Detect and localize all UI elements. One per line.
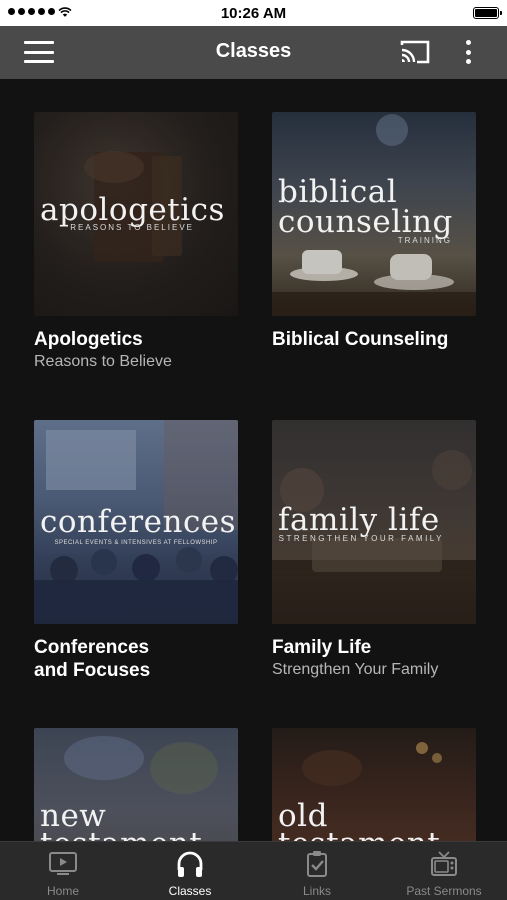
retro-tv-icon — [431, 851, 457, 876]
tab-links[interactable]: Links — [254, 842, 380, 900]
tab-home[interactable]: Home — [0, 842, 126, 900]
app-bar: Classes — [0, 26, 507, 79]
hamburger-menu-icon[interactable] — [24, 41, 54, 63]
class-card-old-testament[interactable]: old testament — [272, 728, 476, 841]
class-thumbnail[interactable]: conferences SPECIAL EVENTS & INTENSIVES … — [34, 420, 238, 624]
class-thumbnail[interactable]: old testament — [272, 728, 476, 841]
class-card-family-life[interactable]: family life STRENGTHEN YOUR FAMILY Famil… — [272, 420, 476, 680]
art-title: family life — [278, 502, 440, 538]
tv-play-icon — [49, 852, 77, 875]
art-title-line2: testament — [40, 828, 234, 841]
class-card-conferences[interactable]: conferences SPECIAL EVENTS & INTENSIVES … — [34, 420, 238, 682]
art-tagline: TRAINING — [397, 236, 452, 245]
more-vertical-icon[interactable] — [458, 38, 478, 66]
art-title: conferences — [40, 504, 237, 540]
tab-label: Classes — [168, 884, 212, 898]
art-tagline: SPECIAL EVENTS & INTENSIVES AT FELLOWSHI… — [54, 540, 218, 546]
battery-icon — [473, 7, 502, 19]
class-title: Biblical Counseling — [272, 329, 449, 350]
tab-past-sermons[interactable]: Past Sermons — [381, 842, 507, 900]
class-thumbnail[interactable]: biblical counseling TRAINING — [272, 112, 476, 316]
class-title-line2: and Focuses — [34, 660, 151, 681]
class-card-apologetics[interactable]: apologetics REASONS TO BELIEVE Apologeti… — [34, 112, 238, 372]
headphones-icon — [177, 851, 203, 877]
class-title-line1: Conferences — [34, 637, 150, 658]
class-thumbnail[interactable]: new testament — [34, 728, 238, 841]
art-title-line2: counseling — [278, 204, 453, 240]
status-time: 10:26 AM — [220, 5, 287, 22]
art-title-line2: testament — [278, 828, 472, 841]
status-bar: 10:26 AM — [0, 0, 507, 26]
cast-icon[interactable] — [398, 38, 432, 66]
tab-label: Home — [46, 884, 79, 898]
class-subtitle: Reasons to Believe — [34, 353, 172, 370]
art-tagline: STRENGTHEN YOUR FAMILY — [278, 534, 444, 543]
clipboard-check-icon — [307, 851, 327, 877]
class-title: Apologetics — [34, 329, 143, 350]
class-thumbnail[interactable]: apologetics REASONS TO BELIEVE — [34, 112, 238, 316]
art-tagline: REASONS TO BELIEVE — [70, 223, 194, 232]
class-thumbnail[interactable]: family life STRENGTHEN YOUR FAMILY — [272, 420, 476, 624]
art-title: apologetics — [40, 192, 225, 228]
class-card-new-testament[interactable]: new testament — [34, 728, 238, 841]
tab-label: Past Sermons — [406, 884, 482, 898]
class-title: Family Life — [272, 637, 372, 658]
bottom-tab-bar: Home Classes Links Past Sermons — [0, 841, 507, 900]
class-card-biblical-counseling[interactable]: biblical counseling TRAINING Biblical Co… — [272, 112, 476, 351]
classes-grid: apologetics REASONS TO BELIEVE Apologeti… — [0, 79, 507, 841]
tab-label: Links — [302, 884, 331, 898]
battery-level — [475, 9, 497, 17]
tab-classes[interactable]: Classes — [127, 842, 253, 900]
class-subtitle: Strengthen Your Family — [272, 661, 439, 678]
